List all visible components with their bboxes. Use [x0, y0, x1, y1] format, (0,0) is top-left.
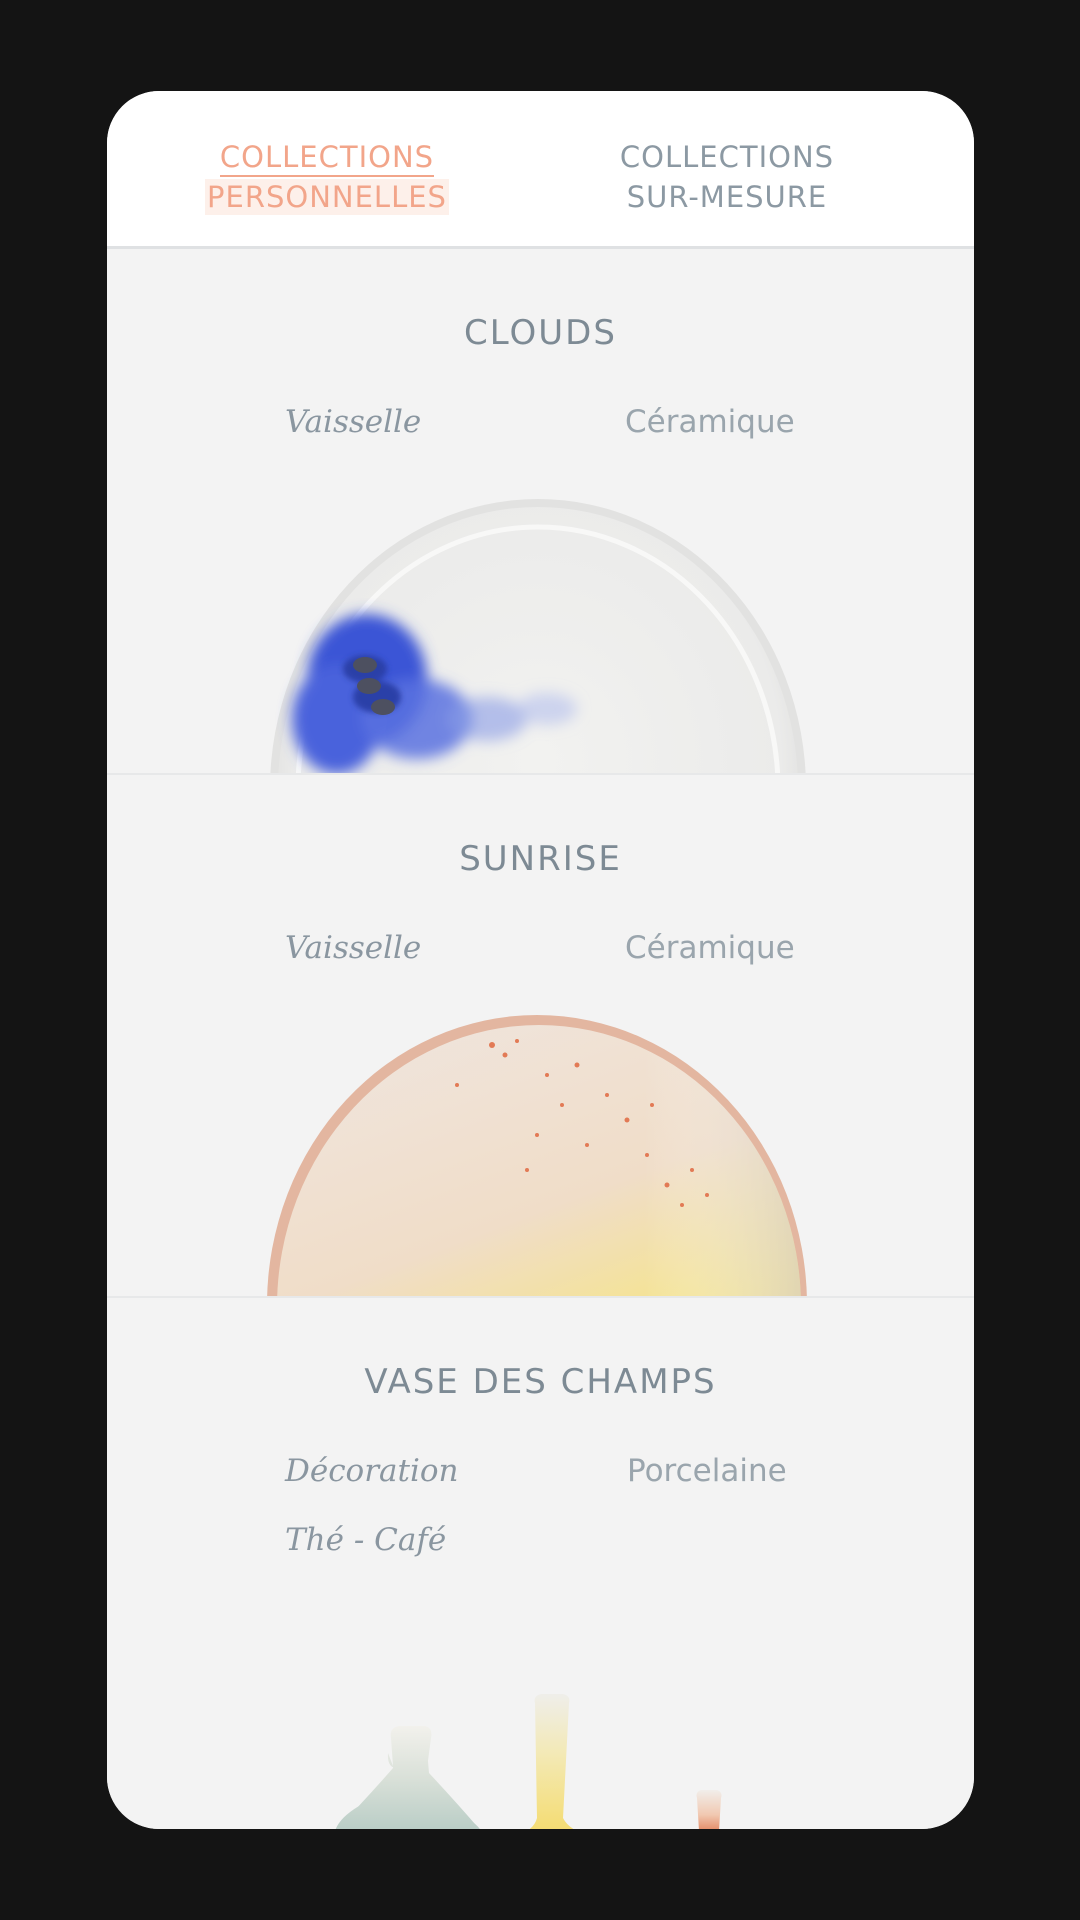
tab-personal-line1: COLLECTIONS [219, 139, 435, 177]
collection-card-vase-des-champs[interactable]: VASE DES CHAMPS Décoration Thé - Café Po… [107, 1296, 974, 1829]
tab-personal-collections[interactable]: COLLECTIONS PERSONNELLES [197, 137, 457, 217]
collection-card-sunrise[interactable]: SUNRISE Vaisselle Céramique [107, 773, 974, 1298]
gradient-vases-image [335, 1694, 722, 1829]
collection-card-clouds[interactable]: CLOUDS Vaisselle Céramique [107, 249, 974, 773]
app-screen: COLLECTIONS PERSONNELLES COLLECTIONS SUR… [107, 91, 974, 1829]
tab-personal-line2: PERSONNELLES [205, 179, 449, 215]
tab-custom-line1: COLLECTIONS [619, 140, 835, 174]
collections-tab-bar: COLLECTIONS PERSONNELLES COLLECTIONS SUR… [107, 91, 974, 249]
sunrise-speckled-plate-image [267, 1015, 807, 1298]
blue-ink-plate-image [270, 499, 806, 773]
tab-custom-line2: SUR-MESURE [626, 180, 828, 214]
tab-custom-collections[interactable]: COLLECTIONS SUR-MESURE [577, 137, 877, 217]
